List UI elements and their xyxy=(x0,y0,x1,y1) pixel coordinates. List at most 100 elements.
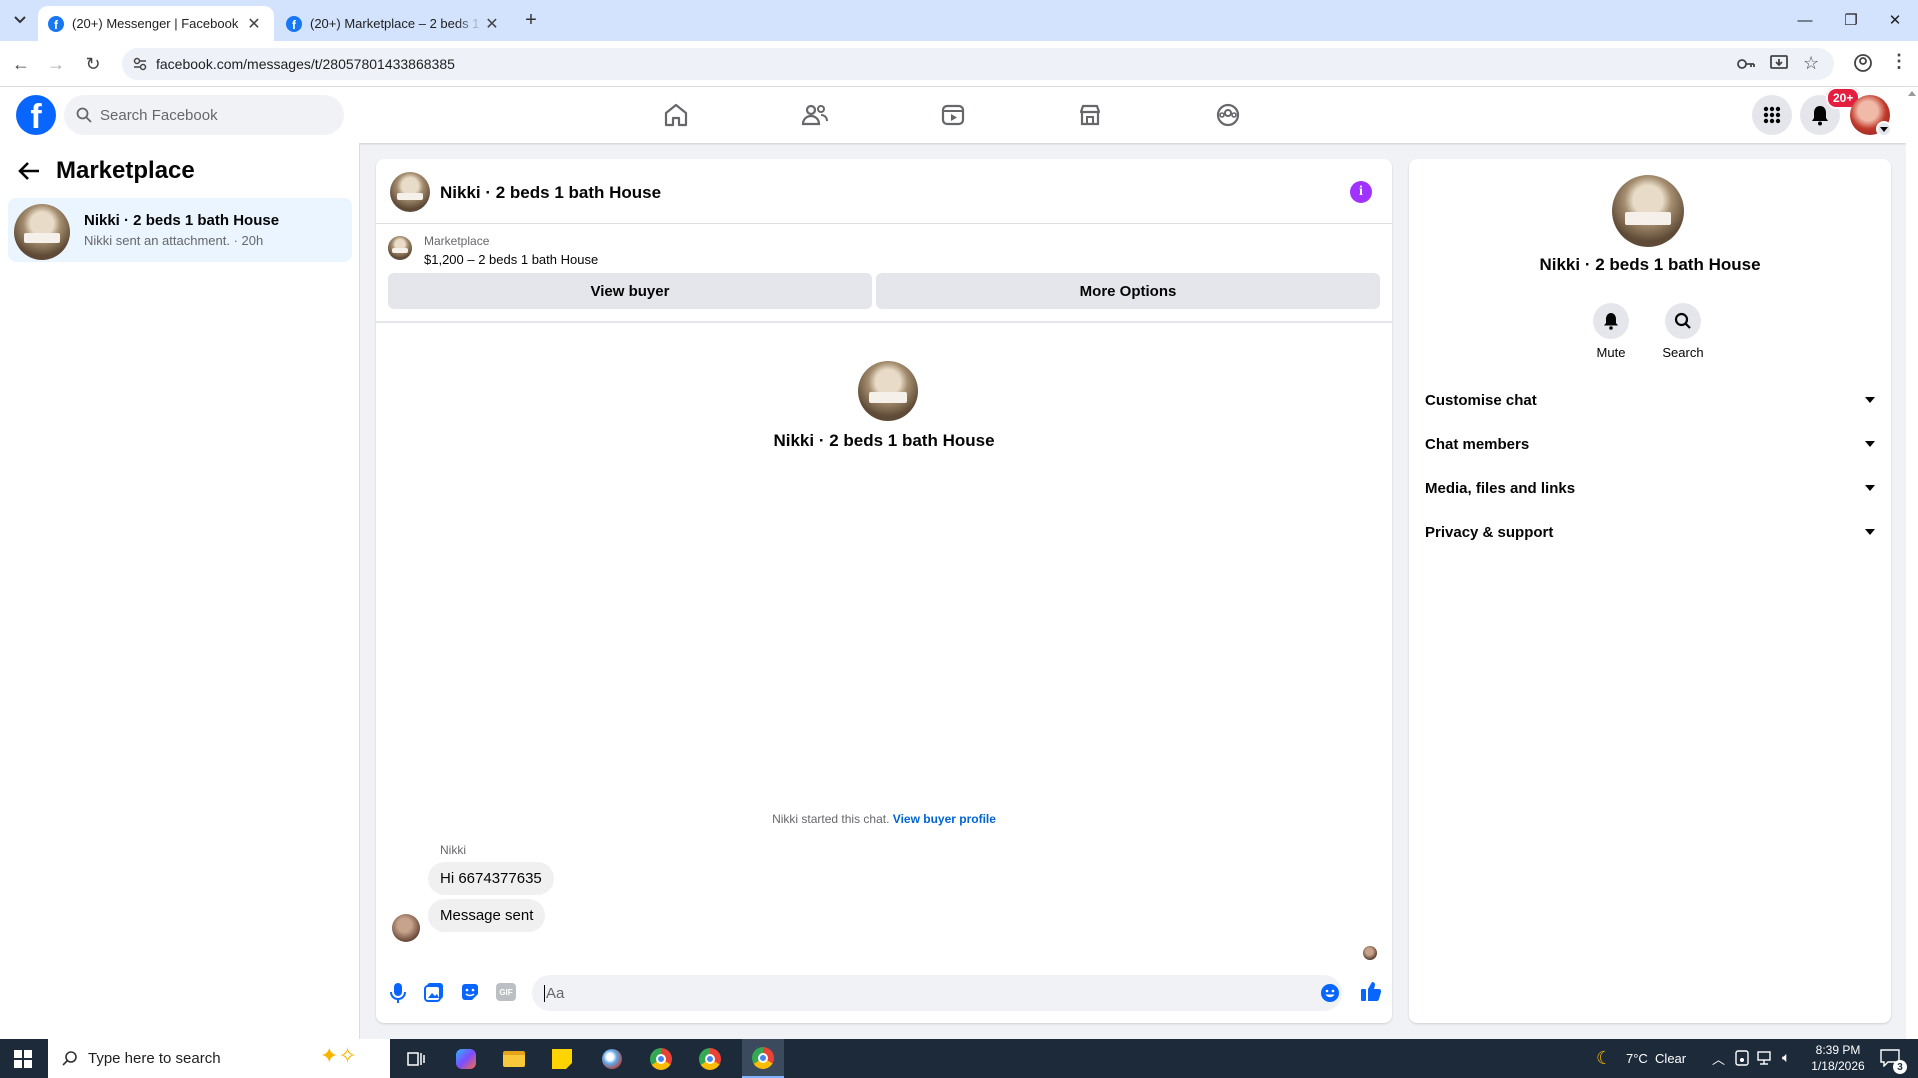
video-icon[interactable] xyxy=(933,97,973,133)
chat-header-avatar[interactable] xyxy=(390,172,430,212)
address-bar[interactable]: facebook.com/messages/t/2805780143386838… xyxy=(122,48,1834,80)
privacy-support-section[interactable]: Privacy & support xyxy=(1425,510,1875,554)
chat-item-preview: Nikki sent an attachment. · 20h xyxy=(84,233,264,248)
info-avatar[interactable] xyxy=(1612,175,1684,247)
weather-text[interactable]: 7°C Clear xyxy=(1626,1051,1686,1066)
emoji-icon[interactable] xyxy=(1320,983,1340,1003)
search-icon[interactable] xyxy=(1665,303,1701,339)
groups-icon[interactable] xyxy=(1208,97,1248,133)
browser-tab-messenger[interactable]: f (20+) Messenger | Facebook ✕ xyxy=(38,6,274,41)
tab-title: (20+) Messenger | Facebook xyxy=(72,16,239,31)
windows-start-icon[interactable] xyxy=(5,1044,41,1074)
facebook-favicon-icon: f xyxy=(48,15,64,32)
menu-grid-icon[interactable] xyxy=(1752,95,1792,135)
chat-item-name: Nikki · 2 beds 1 bath House xyxy=(84,212,280,229)
install-app-icon[interactable] xyxy=(1770,54,1788,72)
file-explorer-icon[interactable] xyxy=(496,1044,532,1074)
restore-icon[interactable]: ❐ xyxy=(1828,8,1874,32)
back-icon[interactable]: ← xyxy=(8,51,34,77)
section-label: Media, files and links xyxy=(1425,479,1576,497)
chat-members-section[interactable]: Chat members xyxy=(1425,422,1875,466)
customise-chat-section[interactable]: Customise chat xyxy=(1425,378,1875,422)
taskbar-search-box[interactable]: Type here to search ✦✧ xyxy=(48,1039,390,1078)
divider xyxy=(376,223,1392,224)
clock[interactable]: 8:39 PM 1/18/2026 xyxy=(1808,1042,1868,1074)
chevron-down-icon xyxy=(1865,397,1875,403)
tab-title: (20+) Marketplace – 2 beds 1 b xyxy=(310,16,482,31)
marketplace-icon[interactable] xyxy=(1070,97,1110,133)
tab-search-icon[interactable] xyxy=(10,10,30,30)
search-label[interactable]: Search xyxy=(1653,345,1713,360)
mute-label[interactable]: Mute xyxy=(1581,345,1641,360)
forward-icon[interactable]: → xyxy=(43,51,69,77)
photo-attach-icon[interactable] xyxy=(424,982,444,1002)
view-buyer-profile-link[interactable]: View buyer profile xyxy=(893,812,996,826)
copilot-icon[interactable] xyxy=(448,1044,484,1074)
message-bubble[interactable]: Hi 6674377635 xyxy=(428,862,554,895)
friends-icon[interactable] xyxy=(795,97,835,133)
message-input[interactable]: Aa xyxy=(532,975,1342,1011)
listing-small-thumbnail xyxy=(388,236,412,260)
weather-moon-icon: ☾ xyxy=(1596,1048,1613,1068)
facebook-logo-icon[interactable]: f xyxy=(16,95,56,135)
clock-time: 8:39 PM xyxy=(1815,1043,1861,1057)
browser-toolbar: ← → ↻ facebook.com/messages/t/2805780143… xyxy=(0,41,1918,87)
chrome-menu-icon[interactable]: ⋮ xyxy=(1890,51,1908,72)
task-view-icon[interactable] xyxy=(398,1044,434,1074)
taskbar-search-placeholder: Type here to search xyxy=(88,1050,221,1067)
chrome-active-icon[interactable] xyxy=(742,1039,784,1078)
info-icon[interactable]: i xyxy=(1350,181,1372,203)
profile-icon[interactable] xyxy=(1853,53,1873,73)
tray-chevron-icon[interactable]: ︿ xyxy=(1712,1049,1725,1068)
like-thumbs-up-icon[interactable] xyxy=(1360,980,1382,1002)
facebook-search-input[interactable]: Search Facebook xyxy=(64,95,344,135)
sticky-notes-icon[interactable] xyxy=(544,1044,580,1074)
new-tab-icon[interactable]: + xyxy=(520,10,542,32)
listing-summary: $1,200 – 2 beds 1 bath House xyxy=(424,252,599,267)
facebook-favicon-icon: f xyxy=(286,15,302,32)
password-key-icon[interactable] xyxy=(1736,55,1756,73)
view-buyer-button[interactable]: View buyer xyxy=(388,273,872,309)
chevron-down-icon[interactable] xyxy=(1876,121,1892,137)
sticker-icon[interactable] xyxy=(460,982,480,1002)
site-info-icon[interactable] xyxy=(132,56,148,72)
chrome-icon[interactable] xyxy=(643,1044,679,1074)
search-icon xyxy=(62,1050,78,1066)
mute-bell-icon[interactable] xyxy=(1593,303,1629,339)
chat-panel: Nikki · 2 beds 1 bath House i Marketplac… xyxy=(376,159,1392,1023)
seen-indicator-avatar xyxy=(1363,946,1377,960)
media-files-links-section[interactable]: Media, files and links xyxy=(1425,466,1875,510)
close-tab-icon[interactable]: ✕ xyxy=(482,14,502,34)
minimize-icon[interactable]: — xyxy=(1782,8,1828,32)
microphone-icon[interactable] xyxy=(388,982,408,1004)
more-options-button[interactable]: More Options xyxy=(876,273,1380,309)
window-close-icon[interactable]: ✕ xyxy=(1872,8,1918,32)
search-icon xyxy=(76,107,92,123)
facebook-header: f Search Facebook 20+ xyxy=(0,87,1906,143)
listing-thumbnail xyxy=(14,204,70,260)
back-arrow-icon[interactable] xyxy=(18,161,40,181)
chat-list-item[interactable]: Nikki · 2 beds 1 bath House Nikki sent a… xyxy=(8,198,352,262)
page-scrollbar[interactable] xyxy=(1906,87,1918,1039)
tray-drive-icon[interactable] xyxy=(1735,1050,1749,1066)
message-bubble[interactable]: Message sent xyxy=(428,899,546,932)
reload-icon[interactable]: ↻ xyxy=(80,51,106,77)
intro-name: Nikki · 2 beds 1 bath House xyxy=(773,431,995,450)
browser-tab-marketplace[interactable]: f (20+) Marketplace – 2 beds 1 b ✕ xyxy=(276,6,512,41)
network-icon[interactable] xyxy=(1757,1051,1775,1065)
chevron-down-icon xyxy=(1865,529,1875,535)
close-tab-icon[interactable]: ✕ xyxy=(244,14,264,34)
gif-icon[interactable]: GIF xyxy=(496,983,516,1001)
sender-avatar[interactable] xyxy=(392,914,420,942)
section-label: Chat members xyxy=(1425,435,1530,453)
sidebar-title: Marketplace xyxy=(56,157,195,184)
home-icon[interactable] xyxy=(656,97,696,133)
bookmark-star-icon[interactable]: ☆ xyxy=(1803,53,1819,74)
chrome-icon[interactable] xyxy=(692,1044,728,1074)
scroll-up-icon[interactable] xyxy=(1908,91,1916,96)
chat-header-title[interactable]: Nikki · 2 beds 1 bath House xyxy=(440,183,661,203)
app-icon[interactable] xyxy=(594,1044,630,1074)
volume-icon[interactable]: 🔈︎ xyxy=(1782,1049,1790,1066)
url-text: facebook.com/messages/t/2805780143386838… xyxy=(156,56,455,72)
message-sender-name: Nikki xyxy=(440,843,466,857)
